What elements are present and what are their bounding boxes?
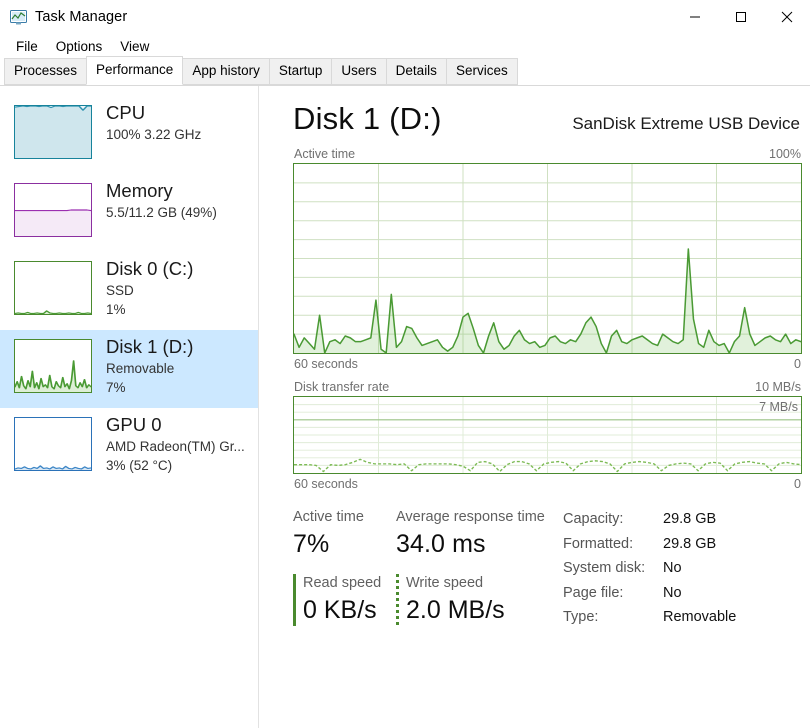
active-time-chart[interactable] [293,163,802,354]
read-speed-stat: Read speed 0 KB/s [293,573,396,627]
sidebar-gpu0-name: GPU 0 [106,414,162,435]
info-row: Formatted: 29.8 GB [563,532,736,557]
disk0-thumbnail-chart [14,261,92,315]
stats-primary-row: Active time 7% Average response time 34.… [293,507,561,561]
tab-performance[interactable]: Performance [86,56,184,85]
gpu0-thumbnail-chart [14,417,92,471]
stats-left-column: Active time 7% Average response time 34.… [293,507,561,630]
type-label: Type: [563,609,599,625]
system-disk-value: No [663,560,682,576]
menu-bar: File Options View [0,34,810,58]
cpu-thumbnail-chart [14,105,92,159]
active-time-graph-max: 100% [769,147,801,161]
transfer-rate-peak-label: 7 MB/s [759,400,798,414]
sidebar-cpu-name: CPU [106,102,146,123]
sidebar-disk1-name: Disk 1 (D:) [106,336,194,357]
active-time-stat-value: 7% [293,530,330,558]
type-value: Removable [663,609,737,625]
resource-sidebar: CPU 100% 3.22 GHz Memory 5.5/11.2 GB (49… [0,86,259,728]
tab-processes[interactable]: Processes [4,58,88,85]
sidebar-gpu0-model: AMD Radeon(TM) Gr... [106,439,245,454]
sidebar-disk0-name: Disk 0 (C:) [106,258,194,279]
sidebar-item-gpu0[interactable]: GPU 0 AMD Radeon(TM) Gr... 3% (52 °C) [0,408,258,486]
read-speed-accent-bar [293,574,296,626]
info-row: Capacity: 29.8 GB [563,507,736,532]
write-speed-value: 2.0 MB/s [406,596,505,624]
device-model-label: SanDisk Extreme USB Device [572,114,800,133]
transfer-rate-graph-labels: Disk transfer rate 10 MB/s [293,380,802,396]
transfer-rate-x-left: 60 seconds [294,477,358,491]
task-manager-icon [10,9,27,25]
page-file-value: No [663,584,682,601]
sidebar-memory-stat: 5.5/11.2 GB (49%) [106,205,217,220]
sidebar-item-disk1[interactable]: Disk 1 (D:) Removable 7% [0,330,258,408]
write-speed-stat: Write speed 2.0 MB/s [396,573,505,627]
response-time-stat-value: 34.0 ms [396,530,486,558]
maximize-button[interactable] [718,0,764,34]
sidebar-disk0-type: SSD [106,283,134,298]
sidebar-disk1-type: Removable [106,361,175,376]
stats-speed-row: Read speed 0 KB/s Write speed 2.0 MB/s [293,573,561,627]
tab-app-history[interactable]: App history [182,58,270,85]
info-row: Page file: No [563,581,736,606]
transfer-rate-graph-block: Disk transfer rate 10 MB/s 7 MB/s 60 sec… [293,380,802,491]
menu-options[interactable]: Options [48,37,111,56]
transfer-rate-graph-max: 10 MB/s [755,380,801,394]
close-button[interactable] [764,0,810,34]
capacity-value: 29.8 GB [663,511,717,527]
capacity-label: Capacity: [563,511,624,527]
page-title: Disk 1 (D:) [293,101,442,136]
stats-area: Active time 7% Average response time 34.… [293,507,802,630]
memory-thumbnail-chart [14,183,92,237]
panel-header: Disk 1 (D:) SanDisk Extreme USB Device [293,100,802,138]
transfer-rate-x-right: 0 [794,477,801,491]
page-file-label: Page file: [563,584,624,601]
active-time-stat-label: Active time [293,509,364,525]
tab-services[interactable]: Services [445,58,518,85]
menu-file[interactable]: File [8,37,46,56]
window-controls [672,0,810,34]
active-time-graph-labels: Active time 100% [293,147,802,163]
tab-startup[interactable]: Startup [268,58,333,85]
sidebar-disk0-stat: 1% [106,302,126,317]
sidebar-item-disk0[interactable]: Disk 0 (C:) SSD 1% [0,252,258,330]
active-time-x-left: 60 seconds [294,357,358,371]
active-time-graph-block: Active time 100% 60 seconds 0 [293,147,802,371]
disk-info-list: Capacity: 29.8 GB Formatted: 29.8 GB Sys… [561,507,736,630]
performance-detail-panel: Disk 1 (D:) SanDisk Extreme USB Device A… [259,86,810,728]
sidebar-item-cpu[interactable]: CPU 100% 3.22 GHz [0,96,258,174]
sidebar-item-memory[interactable]: Memory 5.5/11.2 GB (49%) [0,174,258,252]
active-time-graph-label: Active time [294,147,356,161]
tab-details[interactable]: Details [385,58,447,85]
response-time-stat-label: Average response time [396,509,545,525]
info-row: Type: Removable [563,605,736,630]
formatted-label: Formatted: [563,535,634,552]
active-time-stat: Active time 7% [293,507,396,561]
sidebar-memory-name: Memory [106,180,173,201]
read-speed-value: 0 KB/s [303,596,377,624]
sidebar-cpu-stat: 100% 3.22 GHz [106,127,202,142]
write-speed-label: Write speed [406,575,484,591]
write-speed-accent-bar [396,574,399,626]
menu-view[interactable]: View [112,37,157,56]
active-time-x-right: 0 [794,357,801,371]
sidebar-gpu0-stat: 3% (52 °C) [106,458,173,473]
transfer-rate-chart[interactable]: 7 MB/s [293,396,802,474]
tab-users[interactable]: Users [331,58,387,85]
transfer-rate-graph-label: Disk transfer rate [294,380,390,394]
window-title: Task Manager [35,9,128,25]
system-disk-label: System disk: [563,560,646,576]
transfer-rate-axis: 60 seconds 0 [293,474,802,491]
read-speed-label: Read speed [303,575,382,591]
active-time-axis: 60 seconds 0 [293,354,802,371]
content-area: CPU 100% 3.22 GHz Memory 5.5/11.2 GB (49… [0,86,810,728]
title-bar: Task Manager [0,0,810,34]
tab-strip: Processes Performance App history Startu… [0,56,810,86]
disk1-thumbnail-chart [14,339,92,393]
formatted-value: 29.8 GB [663,535,717,552]
response-time-stat: Average response time 34.0 ms [396,507,561,561]
info-row: System disk: No [563,556,736,581]
minimize-button[interactable] [672,0,718,34]
sidebar-disk1-stat: 7% [106,380,126,395]
